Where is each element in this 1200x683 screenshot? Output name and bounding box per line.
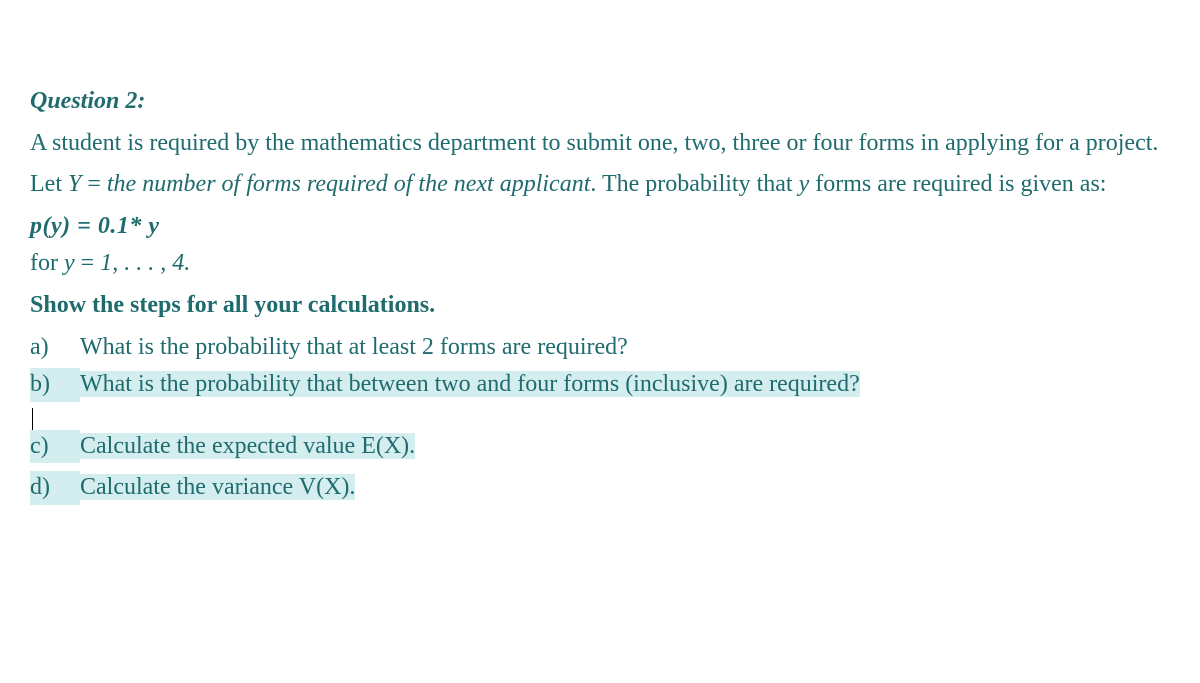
probability-formula: p(y) = 0.1* y [30, 210, 1170, 244]
let-variable-y: y [799, 171, 810, 197]
question-text-d: Calculate the variance V(X). [80, 474, 355, 500]
question-label-d: d) [30, 471, 80, 505]
text-cursor [32, 406, 1170, 430]
let-text-4: forms are required is given as: [809, 171, 1106, 197]
let-variable-Y: Y [68, 171, 81, 197]
question-text-c: Calculate the expected value E(X). [80, 433, 415, 459]
for-text-1: for [30, 250, 64, 276]
let-text-1: Let [30, 171, 68, 197]
instruction-text: Show the steps for all your calculations… [30, 289, 1170, 323]
for-range-values: 1, . . . , 4. [100, 250, 190, 276]
question-text-b: What is the probability that between two… [80, 371, 860, 397]
question-item-b: b) What is the probability that between … [30, 368, 1170, 402]
let-text-3: . The probability that [590, 171, 798, 197]
question-label-c: c) [30, 430, 80, 464]
question-item-c: c) Calculate the expected value E(X). [30, 430, 1170, 464]
question-item-d: d) Calculate the variance V(X). [30, 471, 1170, 505]
question-label-b: b) [30, 368, 80, 402]
question-title: Question 2: [30, 85, 1170, 119]
definition-paragraph: Let Y = the number of forms required of … [30, 168, 1170, 202]
question-label-a: a) [30, 331, 80, 365]
let-text-2: = [81, 171, 107, 197]
intro-paragraph: A student is required by the mathematics… [30, 127, 1170, 161]
for-text-2: = [75, 250, 101, 276]
let-definition-italic: the number of forms required of the next… [107, 171, 590, 197]
question-text-a: What is the probability that at least 2 … [80, 331, 1170, 365]
for-range: for y = 1, . . . , 4. [30, 247, 1170, 281]
for-variable-y: y [64, 250, 75, 276]
question-item-a: a) What is the probability that at least… [30, 331, 1170, 365]
